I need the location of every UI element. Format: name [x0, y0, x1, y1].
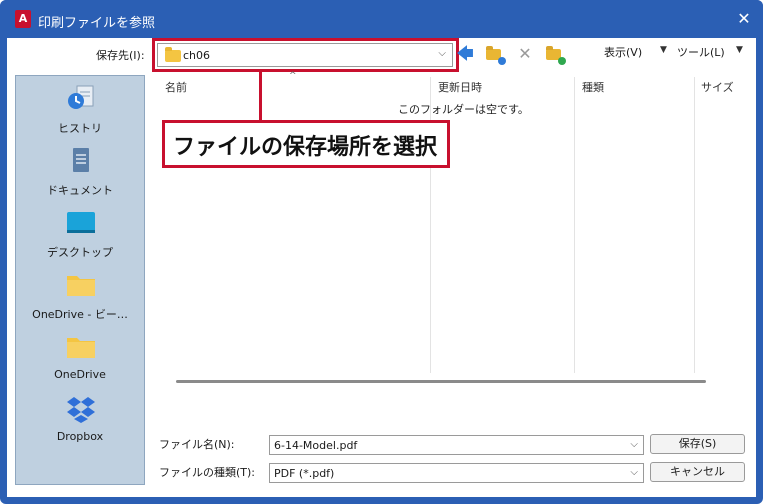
place-label: OneDrive — [54, 368, 106, 381]
folder-icon — [67, 338, 95, 358]
place-onedrive[interactable]: OneDrive — [16, 328, 144, 390]
new-folder-icon[interactable] — [544, 45, 566, 65]
place-label: デスクトップ — [47, 246, 113, 259]
place-label: ドキュメント — [47, 184, 113, 197]
view-menu[interactable]: 表示(V) — [604, 44, 642, 60]
place-history[interactable]: ヒストリ — [16, 80, 144, 142]
dialog-window: A 印刷ファイルを参照 ✕ 保存先(I): ch06 ⌵ 🡄 ✕ 表示(V) ▼… — [0, 0, 763, 504]
column-header-size[interactable]: サイズ — [701, 79, 734, 95]
empty-folder-message: このフォルダーは空です。 — [398, 103, 529, 116]
place-documents[interactable]: ドキュメント — [16, 142, 144, 204]
save-in-highlight-frame — [152, 38, 459, 72]
filetype-label: ファイルの種類(T): — [159, 466, 256, 479]
chevron-down-icon[interactable]: ⌵ — [630, 467, 638, 478]
filename-value: 6-14-Model.pdf — [274, 439, 358, 452]
callout-box: ファイルの保存場所を選択 — [162, 120, 450, 168]
view-dropdown-icon[interactable]: ▼ — [660, 45, 667, 55]
documents-icon — [73, 148, 89, 172]
place-label: Dropbox — [56, 430, 104, 443]
sort-ascending-icon: ^ — [289, 71, 297, 81]
column-header-name[interactable]: 名前 — [165, 79, 187, 95]
column-header-type[interactable]: 種類 — [582, 79, 604, 95]
folder-icon — [67, 276, 95, 296]
horizontal-scrollbar[interactable] — [176, 380, 706, 383]
app-icon: A — [15, 10, 31, 28]
place-label: OneDrive - ビー… — [32, 308, 128, 321]
close-button[interactable]: ✕ — [733, 8, 755, 30]
callout-connector — [259, 70, 262, 120]
filetype-combo[interactable]: PDF (*.pdf) ⌵ — [269, 463, 644, 483]
filename-label: ファイル名(N): — [159, 438, 235, 451]
filetype-value: PDF (*.pdf) — [274, 467, 335, 480]
callout-text: ファイルの保存場所を選択 — [173, 135, 438, 160]
up-folder-icon[interactable] — [484, 45, 506, 65]
chevron-down-icon[interactable]: ⌵ — [630, 439, 638, 450]
title-bar: A 印刷ファイルを参照 ✕ — [0, 0, 763, 38]
dialog-body: 保存先(I): ch06 ⌵ 🡄 ✕ 表示(V) ▼ ツール(L) ▼ ヒストリ… — [7, 38, 756, 497]
delete-icon[interactable]: ✕ — [515, 45, 535, 63]
place-onedrive-business[interactable]: OneDrive - ビー… — [16, 266, 144, 328]
cancel-button[interactable]: キャンセル — [650, 462, 745, 482]
window-title: 印刷ファイルを参照 — [38, 16, 156, 31]
save-in-label: 保存先(I): — [96, 49, 145, 62]
place-label: ヒストリ — [58, 122, 102, 135]
tools-dropdown-icon[interactable]: ▼ — [736, 45, 743, 55]
history-icon — [68, 85, 94, 109]
tools-menu[interactable]: ツール(L) — [677, 44, 725, 60]
filename-combo[interactable]: 6-14-Model.pdf ⌵ — [269, 435, 644, 455]
save-button[interactable]: 保存(S) — [650, 434, 745, 454]
place-desktop[interactable]: デスクトップ — [16, 204, 144, 266]
places-bar: ヒストリ ドキュメント デスクトップ OneDrive - ビー… OneDri… — [15, 75, 145, 485]
dropbox-icon — [67, 397, 95, 423]
place-dropbox[interactable]: Dropbox — [16, 390, 144, 452]
back-arrow-icon[interactable]: 🡄 — [455, 45, 475, 63]
desktop-icon — [67, 212, 95, 233]
column-header-modified[interactable]: 更新日時 — [438, 79, 482, 95]
